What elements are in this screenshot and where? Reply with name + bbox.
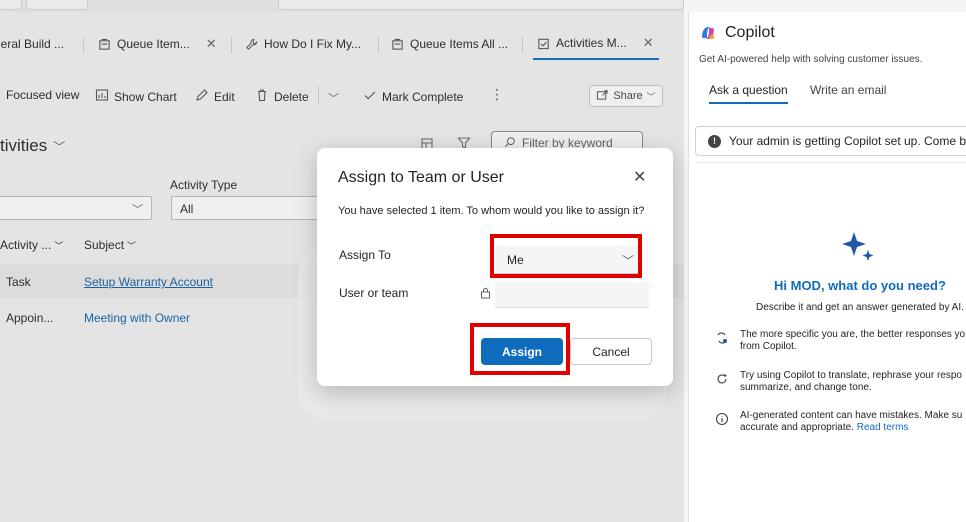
rephrase-icon bbox=[715, 370, 729, 394]
sparkle-icon bbox=[842, 230, 876, 264]
tip-text: from Copilot. bbox=[740, 341, 797, 352]
copilot-title: Copilot bbox=[725, 24, 775, 41]
notice-text: Your admin is getting Copilot set up. Co… bbox=[729, 134, 966, 148]
copilot-describe: Describe it and get an answer generated … bbox=[756, 302, 964, 313]
info-icon bbox=[715, 410, 729, 434]
cancel-button[interactable]: Cancel bbox=[570, 338, 652, 365]
tip-text: Try using Copilot to translate, rephrase… bbox=[740, 370, 962, 381]
assign-to-label: Assign To bbox=[339, 248, 391, 262]
tip-text: The more specific you are, the better re… bbox=[740, 329, 966, 340]
tip-text: AI-generated content can have mistakes. … bbox=[740, 410, 963, 421]
user-team-label: User or team bbox=[339, 286, 409, 300]
info-icon: ! bbox=[708, 134, 721, 148]
user-team-input[interactable] bbox=[495, 282, 649, 308]
read-terms-link[interactable]: Read terms bbox=[857, 422, 909, 433]
tab-ask-question[interactable]: Ask a question bbox=[709, 83, 788, 104]
copilot-header: Copilot bbox=[699, 24, 775, 42]
divider bbox=[695, 162, 966, 163]
highlight-box-assign-to bbox=[490, 234, 642, 278]
close-icon[interactable]: ✕ bbox=[633, 167, 646, 187]
dialog-description: You have selected 1 item. To whom would … bbox=[338, 205, 645, 217]
copilot-logo-icon bbox=[699, 24, 717, 42]
tip-text: summarize, and change tone. bbox=[740, 382, 872, 393]
admin-notice-banner: ! Your admin is getting Copilot set up. … bbox=[695, 126, 966, 156]
tip-item: AI-generated content can have mistakes. … bbox=[715, 410, 962, 434]
tip-item: Try using Copilot to translate, rephrase… bbox=[715, 370, 962, 394]
tab-write-email[interactable]: Write an email bbox=[810, 83, 886, 97]
tip-item: The more specific you are, the better re… bbox=[715, 329, 965, 353]
lock-icon bbox=[480, 287, 491, 299]
copilot-panel: Copilot Get AI-powered help with solving… bbox=[688, 12, 966, 522]
tip-text: accurate and appropriate. bbox=[740, 422, 854, 433]
copilot-greeting: Hi MOD, what do you need? bbox=[774, 278, 946, 293]
highlight-box-assign-button bbox=[470, 323, 570, 375]
copilot-subtitle: Get AI-powered help with solving custome… bbox=[699, 54, 923, 65]
refine-icon bbox=[715, 329, 729, 353]
dialog-title: Assign to Team or User bbox=[338, 169, 504, 186]
